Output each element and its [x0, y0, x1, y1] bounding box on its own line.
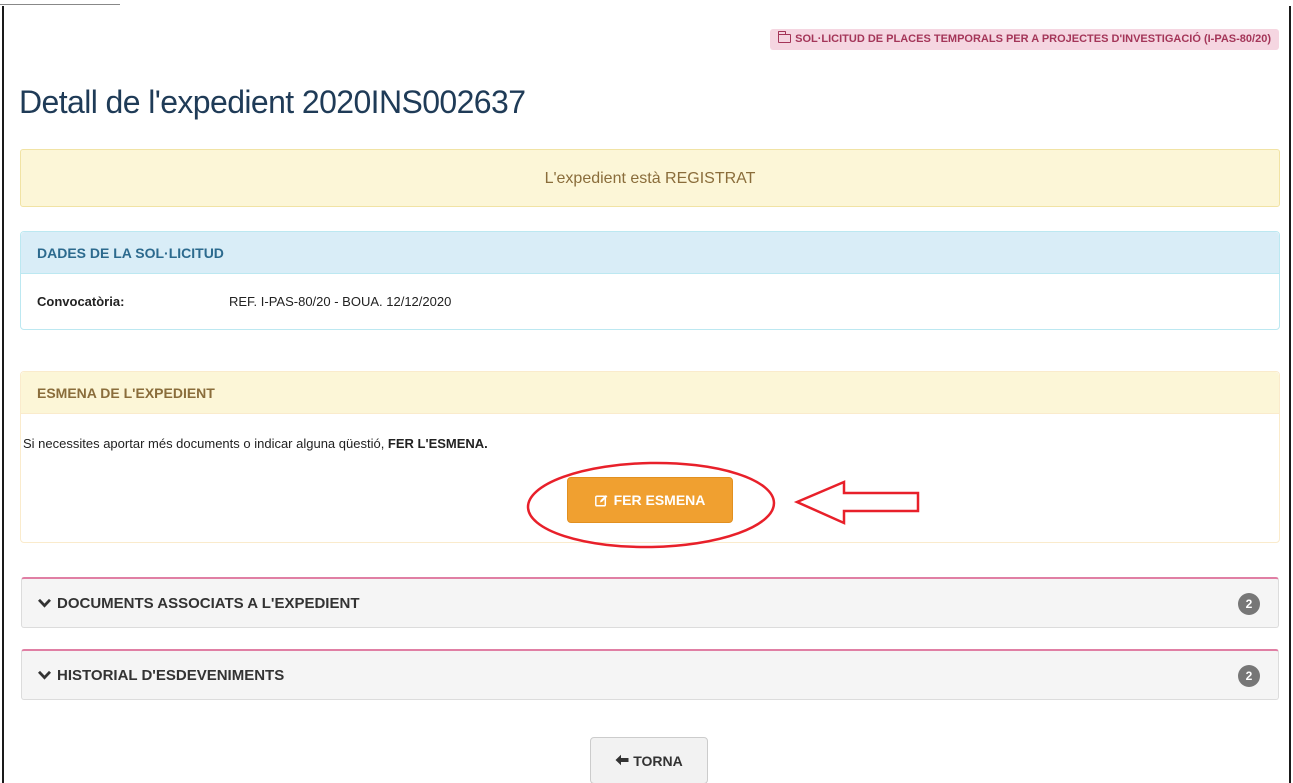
procedure-badge: SOL·LICITUD DE PLACES TEMPORALS PER A PR… [770, 29, 1279, 50]
folder-open-icon [777, 31, 792, 43]
history-accordion-text: HISTORIAL D'ESDEVENIMENTS [57, 667, 285, 684]
chevron-down-icon [37, 595, 52, 612]
request-panel-title: DADES DE LA SOL·LICITUD [21, 232, 1279, 274]
request-data-panel: DADES DE LA SOL·LICITUD Convocatòria: RE… [20, 231, 1280, 330]
fer-esmena-button[interactable]: FER ESMENA [567, 477, 733, 523]
documents-accordion[interactable]: DOCUMENTS ASSOCIATS A L'EXPEDIENT 2 [21, 577, 1279, 628]
status-alert: L'expedient està REGISTRAT [20, 149, 1280, 207]
amend-panel-title: ESMENA DE L'EXPEDIENT [21, 372, 1279, 414]
history-accordion-label: HISTORIAL D'ESDEVENIMENTS [37, 667, 285, 684]
procedure-badge-label: SOL·LICITUD DE PLACES TEMPORALS PER A PR… [795, 33, 1271, 45]
documents-count-badge: 2 [1238, 593, 1260, 615]
page-title: Detall de l'expedient 2020INS002637 [19, 84, 526, 120]
arrow-left-icon [615, 753, 629, 769]
amend-message: Si necessites aportar més documents o in… [23, 436, 488, 451]
edit-icon [594, 494, 608, 507]
fer-esmena-label: FER ESMENA [613, 492, 706, 508]
back-button-label: TORNA [633, 752, 683, 769]
amend-panel: ESMENA DE L'EXPEDIENT Si necessites apor… [20, 371, 1280, 543]
chevron-down-icon [37, 667, 52, 684]
field-row-convocatoria: Convocatòria: REF. I-PAS-80/20 - BOUA. 1… [21, 274, 1279, 330]
history-count-badge: 2 [1238, 665, 1260, 687]
amend-message-text: Si necessites aportar més documents o in… [23, 436, 388, 451]
back-button[interactable]: TORNA [590, 737, 708, 783]
cropped-header-edge [0, 0, 1293, 6]
field-value: REF. I-PAS-80/20 - BOUA. 12/12/2020 [229, 294, 452, 309]
field-label: Convocatòria: [37, 294, 125, 309]
documents-accordion-label: DOCUMENTS ASSOCIATS A L'EXPEDIENT [37, 595, 360, 612]
amend-message-emphasis: FER L'ESMENA. [387, 436, 488, 451]
documents-accordion-text: DOCUMENTS ASSOCIATS A L'EXPEDIENT [57, 595, 360, 612]
history-accordion[interactable]: HISTORIAL D'ESDEVENIMENTS 2 [21, 649, 1279, 700]
status-text: L'expedient està REGISTRAT [544, 170, 756, 187]
